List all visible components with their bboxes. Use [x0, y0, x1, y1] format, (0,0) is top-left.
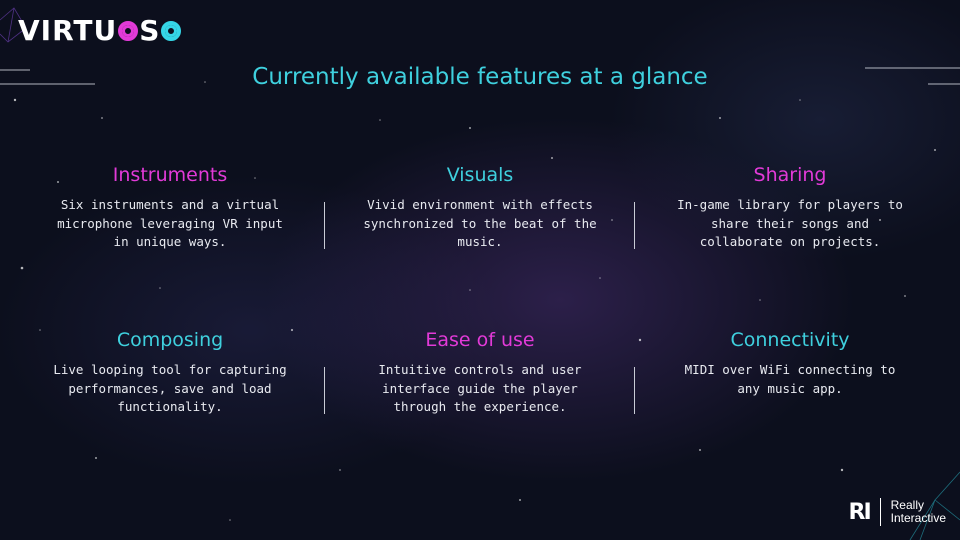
- brand-name: Really Interactive: [891, 499, 946, 525]
- column-divider: [321, 164, 329, 329]
- really-interactive-logo: RI Really Interactive: [848, 498, 946, 526]
- feature-title: Sharing: [753, 164, 827, 186]
- feature-visuals: Visuals Vivid environment with effects s…: [330, 164, 630, 329]
- feature-title: Visuals: [446, 164, 514, 186]
- feature-description: Live looping tool for capturing performa…: [53, 362, 287, 414]
- logo-text-part: S: [139, 14, 161, 47]
- feature-title: Ease of use: [425, 329, 535, 351]
- logo-separator: [879, 498, 881, 526]
- logo-ring-icon: [161, 20, 182, 41]
- feature-title: Connectivity: [730, 329, 850, 351]
- feature-title: Instruments: [112, 164, 228, 186]
- column-divider: [631, 164, 639, 329]
- feature-connectivity: Connectivity MIDI over WiFi connecting t…: [640, 329, 940, 494]
- features-grid: Instruments Six instruments and a virtua…: [20, 164, 940, 494]
- column-divider: [321, 329, 329, 494]
- logo-ring-icon: [118, 20, 139, 41]
- feature-instruments: Instruments Six instruments and a virtua…: [20, 164, 320, 329]
- feature-ease-of-use: Ease of use Intuitive controls and user …: [330, 329, 630, 494]
- feature-description: In-game library for players to share the…: [677, 197, 903, 249]
- brand-name-line2: Interactive: [890, 511, 946, 525]
- feature-title: Composing: [116, 329, 224, 351]
- virtuoso-logo: VIRTU S: [18, 14, 182, 47]
- feature-description: Intuitive controls and user interface gu…: [378, 362, 582, 414]
- ri-logo-mark-icon: RI: [848, 499, 872, 525]
- feature-composing: Composing Live looping tool for capturin…: [20, 329, 320, 494]
- feature-description: Vivid environment with effects synchroni…: [363, 197, 597, 249]
- feature-sharing: Sharing In-game library for players to s…: [640, 164, 940, 329]
- column-divider: [631, 329, 639, 494]
- page-title: Currently available features at a glance: [252, 64, 708, 90]
- feature-description: MIDI over WiFi connecting to any music a…: [684, 362, 896, 396]
- feature-description: Six instruments and a virtual microphone…: [57, 197, 283, 249]
- logo-text-part: VIRTU: [18, 14, 118, 47]
